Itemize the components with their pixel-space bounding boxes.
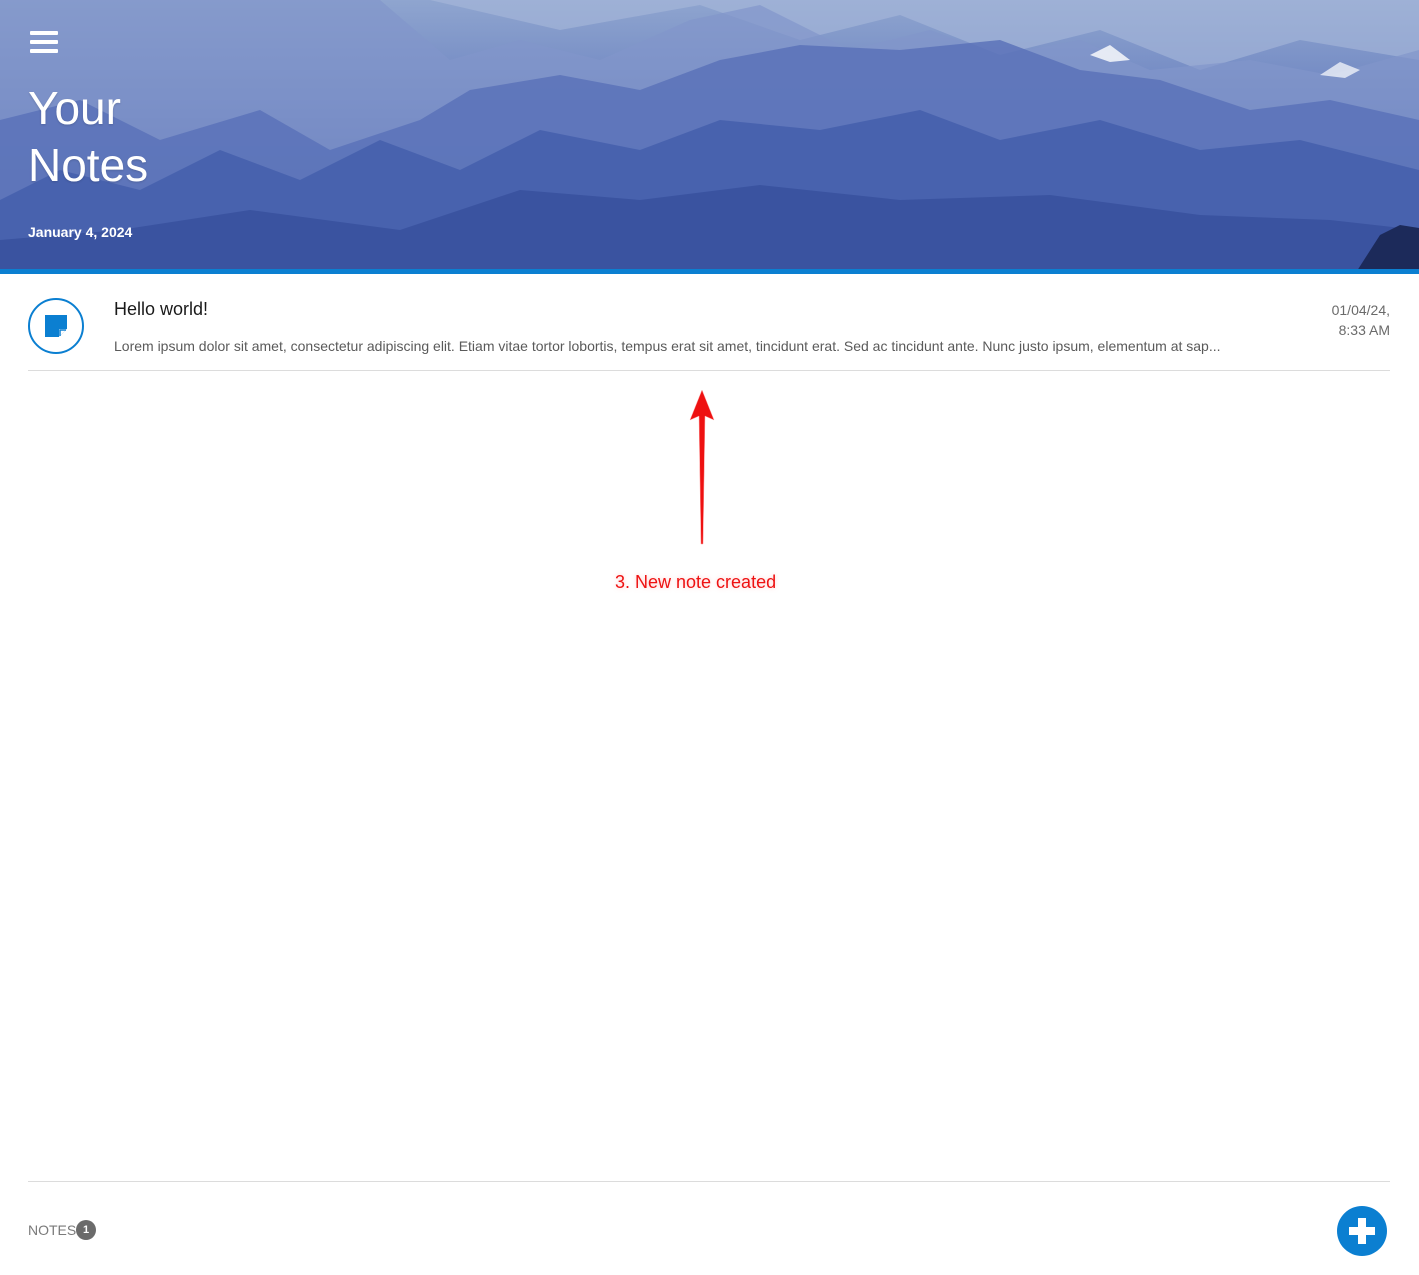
- page-title: Your Notes: [28, 82, 149, 191]
- note-preview: Lorem ipsum dolor sit amet, consectetur …: [114, 338, 1221, 354]
- hamburger-menu-icon[interactable]: [30, 29, 59, 55]
- annotation-arrow-icon: [689, 389, 715, 545]
- plus-icon: [1349, 1218, 1375, 1244]
- sticky-note-icon: [28, 298, 84, 354]
- header-date: January 4, 2024: [28, 224, 133, 240]
- note-date: 01/04/24,: [1331, 302, 1390, 318]
- notes-count-label: NOTES: [28, 1222, 77, 1238]
- add-note-button[interactable]: [1337, 1206, 1387, 1256]
- note-title: Hello world!: [114, 299, 209, 319]
- footer-divider: [28, 1181, 1390, 1182]
- notes-count-badge: 1: [76, 1220, 96, 1240]
- annotation-label: 3. New note created: [615, 572, 777, 592]
- header-banner: Your Notes January 4, 2024: [0, 0, 1419, 274]
- menu-bar: [30, 31, 58, 35]
- menu-bar: [30, 40, 58, 44]
- list-item[interactable]: Hello world! Lorem ipsum dolor sit amet,…: [28, 274, 1390, 371]
- note-time: 8:33 AM: [1338, 322, 1390, 338]
- note-timestamp: 01/04/24, 8:33 AM: [1332, 300, 1390, 340]
- menu-bar: [30, 49, 58, 53]
